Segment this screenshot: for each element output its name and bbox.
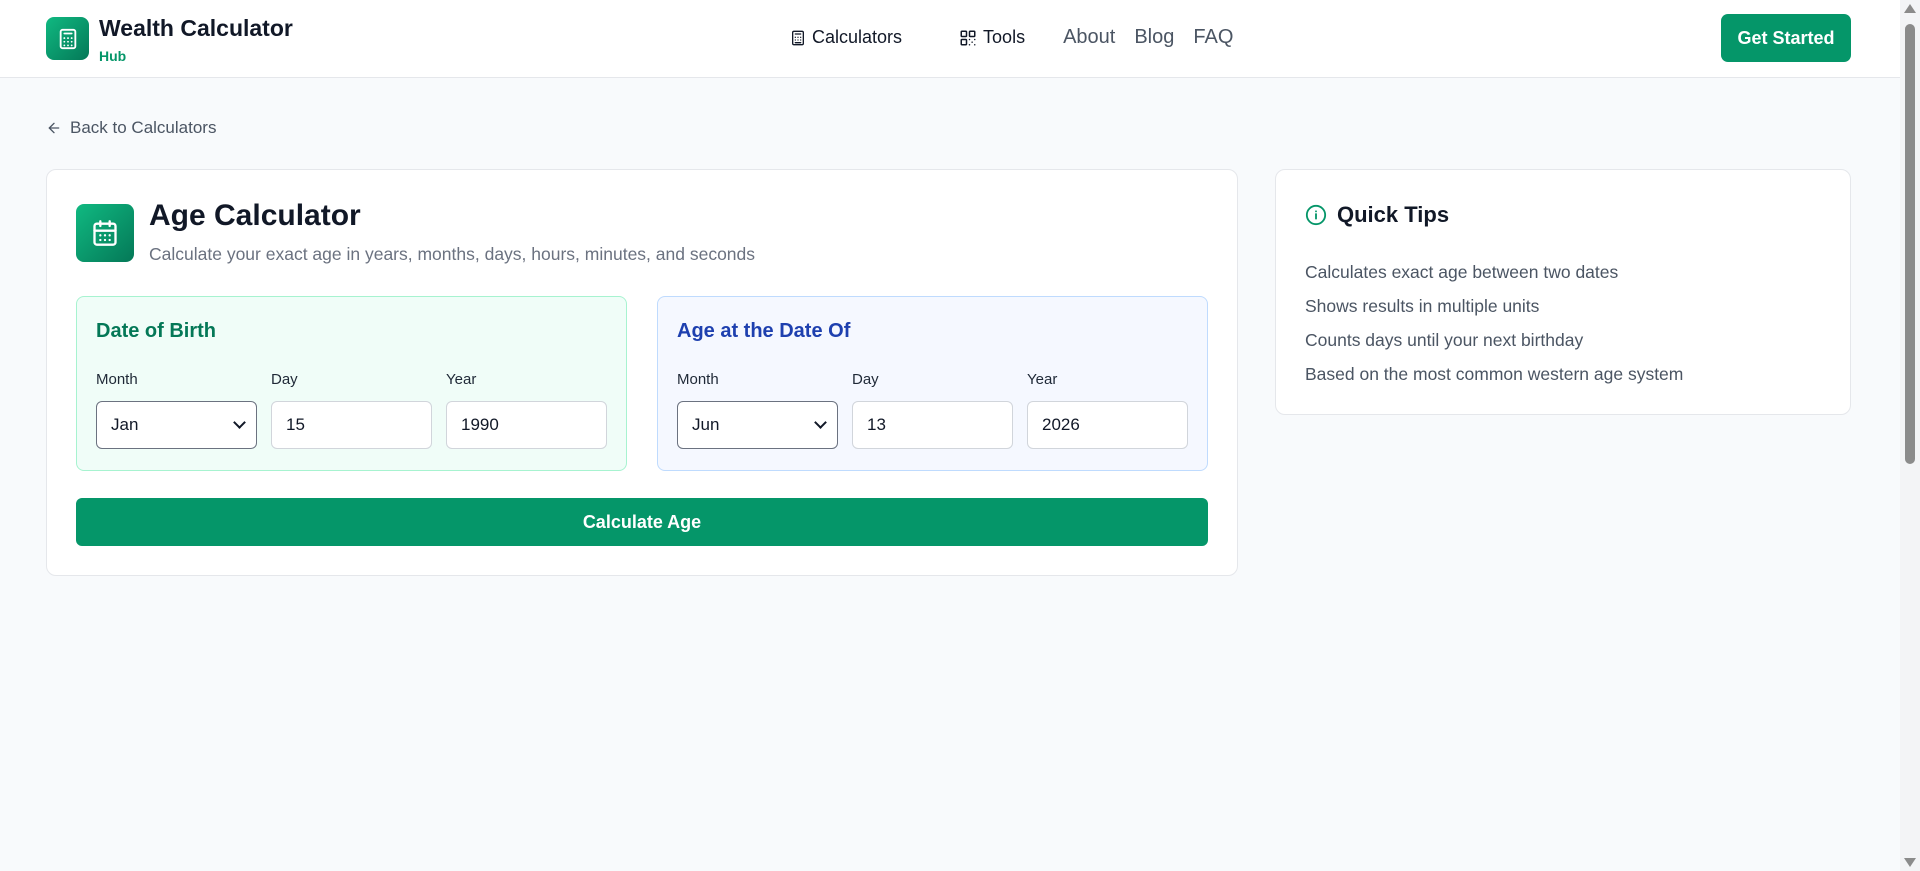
nav-calculators-label: Calculators [812, 27, 903, 47]
quick-tips-title: Quick Tips [1337, 202, 1450, 227]
scroll-down-arrow-icon[interactable] [1904, 858, 1916, 867]
at-year-input[interactable]: 2026 [1027, 401, 1188, 449]
nav-blog[interactable]: Blog [1134, 26, 1174, 49]
brand-subtitle: Hub [99, 48, 127, 64]
dob-panel-title: Date of Birth [96, 320, 216, 342]
calculator-icon [792, 30, 804, 45]
card-icon-badge [76, 204, 134, 262]
get-started-button[interactable]: Get Started [1721, 14, 1851, 62]
at-month-select[interactable]: Jun [677, 401, 838, 449]
quick-tips-card: Quick Tips Calculates exact age between … [1275, 169, 1851, 415]
back-link-label: Back to Calculators [70, 118, 217, 137]
at-month-value: Jun [692, 415, 720, 434]
calculate-age-button[interactable]: Calculate Age [76, 498, 1208, 546]
page-subtitle: Calculate your exact age in years, month… [149, 244, 756, 264]
dob-day-input[interactable]: 15 [271, 401, 432, 449]
date-of-birth-panel: Date of Birth Month Day Year Jan 15 1990 [76, 296, 627, 471]
at-day-input[interactable]: 13 [852, 401, 1013, 449]
quick-tips-list: Calculates exact age between two dates S… [1305, 262, 1683, 398]
calculator-icon [59, 28, 76, 49]
dob-year-label: Year [446, 371, 477, 388]
main-nav: Calculators Tools About Blog FAQ [790, 26, 1233, 49]
calendar-icon [93, 220, 117, 246]
top-navbar: Wealth Calculator Hub Calculators Tools … [0, 0, 1900, 78]
qr-code-icon [960, 30, 976, 46]
at-day-label: Day [852, 371, 879, 388]
age-calculator-card: Age Calculator Calculate your exact age … [46, 169, 1238, 576]
nav-calculators[interactable]: Calculators [790, 27, 902, 48]
chevron-down-icon [233, 416, 246, 429]
dob-day-label: Day [271, 371, 298, 388]
list-item: Calculates exact age between two dates [1305, 262, 1619, 282]
scroll-up-arrow-icon[interactable] [1904, 4, 1916, 13]
at-year-label: Year [1027, 371, 1058, 388]
age-at-date-panel: Age at the Date Of Month Day Year Jun 13… [657, 296, 1208, 471]
scroll-thumb[interactable] [1905, 24, 1915, 464]
list-item: Based on the most common western age sys… [1305, 364, 1684, 384]
nav-tools[interactable]: Tools [959, 27, 1025, 48]
info-icon [1305, 204, 1327, 226]
arrow-left-icon [48, 122, 60, 134]
chevron-down-icon [814, 416, 827, 429]
page-scrollbar[interactable] [1900, 0, 1920, 871]
at-month-label: Month [677, 371, 719, 388]
list-item: Shows results in multiple units [1305, 296, 1540, 316]
list-item: Counts days until your next birthday [1305, 330, 1584, 350]
logo[interactable] [46, 17, 89, 60]
nav-about[interactable]: About [1063, 26, 1115, 49]
dob-month-label: Month [96, 371, 138, 388]
brand-title[interactable]: Wealth Calculator [99, 15, 293, 42]
nav-tools-label: Tools [983, 27, 1026, 47]
dob-month-value: Jan [111, 415, 139, 434]
quick-tips-header: Quick Tips [1305, 202, 1449, 228]
page-title: Age Calculator [149, 199, 361, 232]
nav-faq[interactable]: FAQ [1193, 26, 1233, 49]
back-to-calculators-link[interactable]: Back to Calculators [46, 118, 216, 138]
dob-month-select[interactable]: Jan [96, 401, 257, 449]
dob-year-input[interactable]: 1990 [446, 401, 607, 449]
at-date-panel-title: Age at the Date Of [677, 320, 851, 342]
